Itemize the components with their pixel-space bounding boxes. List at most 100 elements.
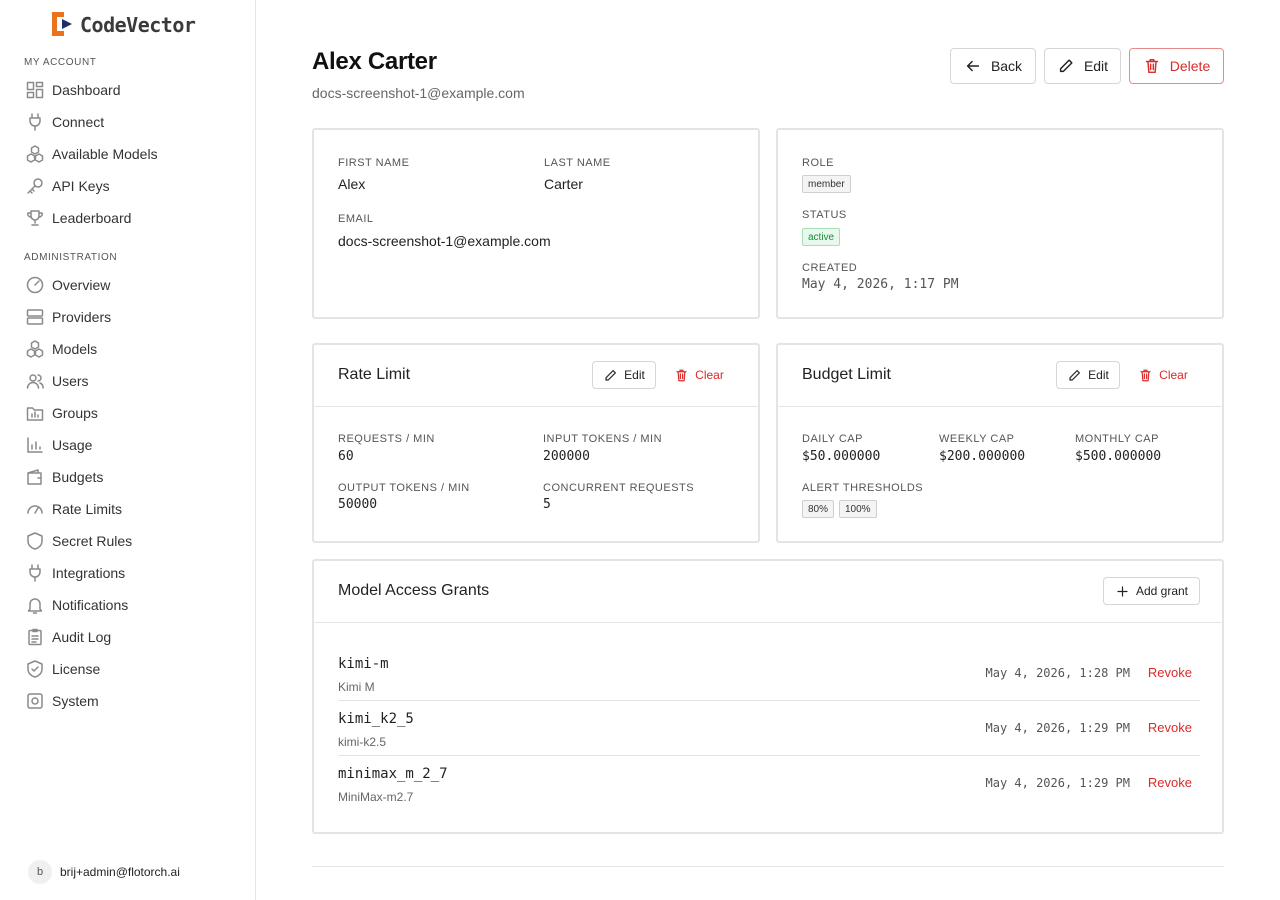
sidebar-item-budgets[interactable]: Budgets <box>24 463 244 491</box>
delete-user-button[interactable]: Delete <box>1129 48 1224 84</box>
daily-cap-label: DAILY CAP <box>802 433 863 445</box>
bell-icon <box>24 594 46 616</box>
sidebar-item-leaderboard[interactable]: Leaderboard <box>24 204 244 232</box>
sidebar-item-label: Groups <box>52 405 98 421</box>
grant-model-id: minimax_m_2_7 <box>338 766 448 782</box>
profile-card: FIRST NAME Alex LAST NAME Carter EMAIL d… <box>312 128 760 319</box>
gauge-icon <box>24 274 46 296</box>
rate-limit-clear-button[interactable]: Clear <box>668 361 730 389</box>
grant-row: kimi_k2_5 kimi-k2.5 May 4, 2026, 1:29 PM… <box>338 701 1200 756</box>
grant-row: minimax_m_2_7 MiniMax-m2.7 May 4, 2026, … <box>338 756 1200 811</box>
plug-icon <box>24 562 46 584</box>
sidebar-item-models[interactable]: Models <box>24 335 244 363</box>
alert-threshold-chip: 80% <box>802 500 835 518</box>
revoke-button[interactable]: Revoke <box>1148 775 1192 790</box>
last-name-value: Carter <box>544 176 583 192</box>
status-label: STATUS <box>802 209 847 221</box>
requests-label: REQUESTS / MIN <box>338 433 435 445</box>
grant-model-id: kimi-m <box>338 656 389 672</box>
sidebar-item-usage[interactable]: Usage <box>24 431 244 459</box>
app-name: CodeVector <box>80 13 196 37</box>
wallet-icon <box>24 466 46 488</box>
add-grant-button[interactable]: Add grant <box>1103 577 1200 605</box>
edit-label: Edit <box>1088 368 1109 382</box>
alert-thresholds-label: ALERT THRESHOLDS <box>802 482 924 494</box>
sidebar-item-system[interactable]: System <box>24 687 244 715</box>
edit-label: Edit <box>1083 58 1109 74</box>
cubes-icon <box>24 143 46 165</box>
clear-label: Clear <box>695 368 724 382</box>
grant-date: May 4, 2026, 1:29 PM <box>985 776 1131 790</box>
pencil-icon <box>1059 59 1073 73</box>
sidebar-item-dashboard[interactable]: Dashboard <box>24 76 244 104</box>
sidebar-item-overview[interactable]: Overview <box>24 271 244 299</box>
page-subtitle: docs-screenshot-1@example.com <box>312 85 525 101</box>
sidebar-item-label: Connect <box>52 114 105 130</box>
sidebar-item-connect[interactable]: Connect <box>24 108 244 136</box>
sidebar-item-secret-rules[interactable]: Secret Rules <box>24 527 244 555</box>
grants-header: Model Access Grants Add grant <box>314 561 1222 623</box>
budget-limit-title: Budget Limit <box>802 366 891 383</box>
rate-limit-edit-button[interactable]: Edit <box>592 361 656 389</box>
add-grant-label: Add grant <box>1135 584 1189 598</box>
edit-user-button[interactable]: Edit <box>1044 48 1121 84</box>
output-tokens-value: 50000 <box>338 497 378 512</box>
grant-model-name: MiniMax-m2.7 <box>338 790 414 804</box>
folder-icon <box>24 402 46 424</box>
shield-check-icon <box>24 658 46 680</box>
revoke-button[interactable]: Revoke <box>1148 720 1192 735</box>
sidebar-item-available-models[interactable]: Available Models <box>24 140 244 168</box>
plug-icon <box>24 111 46 133</box>
avatar: b <box>28 860 52 884</box>
back-button[interactable]: Back <box>950 48 1036 84</box>
first-name-label: FIRST NAME <box>338 157 410 169</box>
sidebar-item-groups[interactable]: Groups <box>24 399 244 427</box>
sidebar-item-label: Usage <box>52 437 93 453</box>
current-user[interactable]: b brij+admin@flotorch.ai <box>28 860 180 884</box>
grant-row: kimi-m Kimi M May 4, 2026, 1:28 PM Revok… <box>338 646 1200 701</box>
output-tokens-label: OUTPUT TOKENS / MIN <box>338 482 470 494</box>
sidebar-item-users[interactable]: Users <box>24 367 244 395</box>
monthly-cap-label: MONTHLY CAP <box>1075 433 1159 445</box>
trophy-icon <box>24 207 46 229</box>
input-tokens-label: INPUT TOKENS / MIN <box>543 433 663 445</box>
grant-model-name: Kimi M <box>338 680 375 694</box>
first-name-value: Alex <box>338 176 366 192</box>
cog-icon <box>24 690 46 712</box>
sidebar-item-label: System <box>52 693 99 709</box>
sidebar-item-audit-log[interactable]: Audit Log <box>24 623 244 651</box>
revoke-button[interactable]: Revoke <box>1148 665 1192 680</box>
sidebar-item-api-keys[interactable]: API Keys <box>24 172 244 200</box>
user-email: brij+admin@flotorch.ai <box>60 865 180 879</box>
rate-limit-title: Rate Limit <box>338 366 411 383</box>
last-name-label: LAST NAME <box>544 157 611 169</box>
sidebar-item-rate-limits[interactable]: Rate Limits <box>24 495 244 523</box>
sidebar: CodeVector MY ACCOUNT Dashboard Connect … <box>0 0 256 900</box>
sidebar-item-providers[interactable]: Providers <box>24 303 244 331</box>
pencil-icon <box>605 369 617 381</box>
sidebar-item-notifications[interactable]: Notifications <box>24 591 244 619</box>
pencil-icon <box>1069 369 1081 381</box>
sidebar-item-integrations[interactable]: Integrations <box>24 559 244 587</box>
budget-limit-clear-button[interactable]: Clear <box>1132 361 1194 389</box>
sidebar-item-label: Overview <box>52 277 111 293</box>
budget-limit-header: Budget Limit Edit Clear <box>778 345 1222 407</box>
sidebar-item-label: Audit Log <box>52 629 112 645</box>
key-icon <box>24 175 46 197</box>
trash-icon <box>1145 58 1158 74</box>
budget-limit-edit-button[interactable]: Edit <box>1056 361 1120 389</box>
role-badge: member <box>802 175 851 193</box>
bar-chart-icon <box>24 434 46 456</box>
back-label: Back <box>990 58 1023 74</box>
sidebar-item-license[interactable]: License <box>24 655 244 683</box>
budget-limit-card: Budget Limit Edit Clear DAILY CAP $50.00… <box>776 343 1224 543</box>
grant-model-id: kimi_k2_5 <box>338 711 414 727</box>
sidebar-item-label: Available Models <box>52 146 158 162</box>
sidebar-item-label: Models <box>52 341 98 357</box>
arrow-left-icon <box>966 60 980 72</box>
alert-threshold-chip: 100% <box>839 500 877 518</box>
sidebar-item-label: Users <box>52 373 89 389</box>
grant-model-name: kimi-k2.5 <box>338 735 387 749</box>
sidebar-item-label: Budgets <box>52 469 104 485</box>
sidebar-item-label: Leaderboard <box>52 210 132 226</box>
